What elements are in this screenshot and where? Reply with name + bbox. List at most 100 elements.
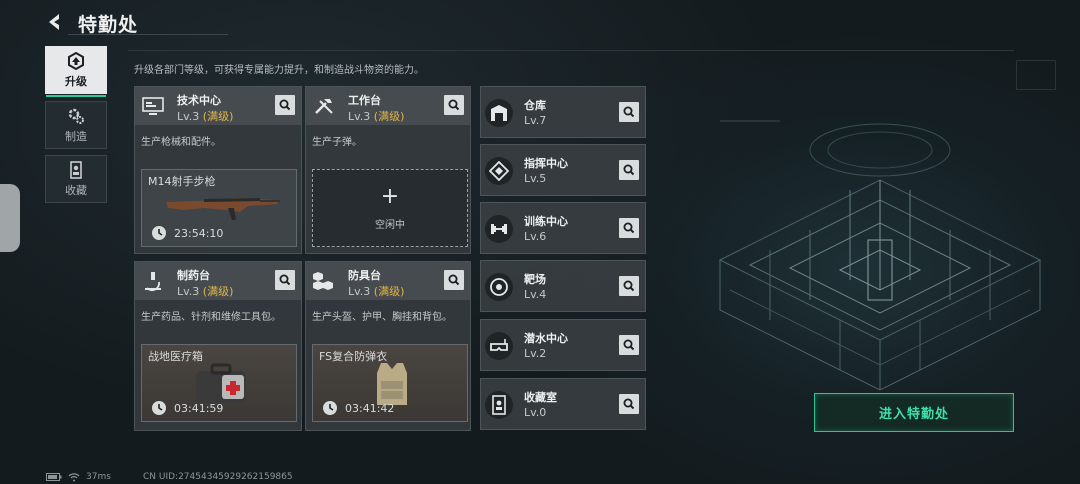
back-arrow-icon[interactable] xyxy=(44,11,66,33)
user-uid: CN UID:27454345929262159865 xyxy=(143,472,293,482)
room-collection-room[interactable]: 收藏室 Lv.0 xyxy=(480,378,646,430)
card-title: 防具台 xyxy=(348,269,381,282)
search-icon xyxy=(623,164,635,176)
enter-facility-button[interactable]: 进入特勤处 xyxy=(814,393,1014,432)
facility-card-tech-center: 技术中心 Lv.3 (满级) 生产枪械和配件。 M14射手步枪 23:54:10 xyxy=(134,86,302,254)
microscope-icon xyxy=(145,272,161,292)
card-level: Lv.3 (满级) xyxy=(177,283,233,299)
production-timer: 03:41:59 xyxy=(174,402,224,415)
room-level: Lv.2 xyxy=(524,347,547,360)
search-icon xyxy=(448,274,460,286)
facility-card-workbench: 工作台 Lv.3 (满级) 生产子弹。 + 空闲中 xyxy=(305,86,471,254)
room-warehouse[interactable]: 仓库 Lv.7 xyxy=(480,86,646,138)
nav-tab-collection[interactable]: 收藏 xyxy=(45,155,107,203)
room-name: 仓库 xyxy=(524,99,546,112)
nav-tab-craft[interactable]: 制造 xyxy=(45,101,107,149)
card-level: Lv.3 (满级) xyxy=(348,283,404,299)
plus-icon: + xyxy=(380,184,400,209)
rifle-image xyxy=(166,198,280,220)
card-level: Lv.3 (满级) xyxy=(177,108,233,124)
card-level: Lv.3 (满级) xyxy=(348,108,404,124)
battery-icon xyxy=(46,473,62,481)
level-value: Lv.3 xyxy=(348,110,371,123)
room-name: 潜水中心 xyxy=(524,332,568,345)
header-divider xyxy=(68,34,228,35)
room-shooting-range[interactable]: 靶场 Lv.4 xyxy=(480,260,646,312)
search-icon xyxy=(623,106,635,118)
search-icon xyxy=(623,398,635,410)
nav-label-collection: 收藏 xyxy=(65,183,87,197)
card-description: 生产子弹。 xyxy=(312,137,362,148)
card-description: 生产枪械和配件。 xyxy=(141,137,221,148)
search-icon xyxy=(623,222,635,234)
page-description: 升级各部门等级，可获得专属能力提升，和制造战斗物资的能力。 xyxy=(134,65,424,76)
decor-line xyxy=(720,120,780,122)
search-button[interactable] xyxy=(444,95,464,115)
page-title: 特勤处 xyxy=(78,14,139,36)
search-button[interactable] xyxy=(275,95,295,115)
room-training-center[interactable]: 训练中心 Lv.6 xyxy=(480,202,646,254)
decor-frame xyxy=(1016,60,1056,90)
upgrade-icon xyxy=(68,51,84,70)
room-level: Lv.7 xyxy=(524,114,547,127)
idle-label: 空闲中 xyxy=(375,220,405,231)
monitor-icon xyxy=(142,97,164,115)
search-button[interactable] xyxy=(619,160,639,180)
nav-label-craft: 制造 xyxy=(65,129,87,143)
production-slot[interactable]: 战地医疗箱 03:41:59 xyxy=(141,344,297,422)
wifi-icon xyxy=(68,472,80,481)
search-button[interactable] xyxy=(619,276,639,296)
nav-label-upgrade: 升级 xyxy=(65,74,87,88)
search-button[interactable] xyxy=(619,218,639,238)
search-button[interactable] xyxy=(619,394,639,414)
max-level-badge: (满级) xyxy=(373,285,405,298)
collection-room-icon xyxy=(485,391,513,419)
diving-mask-icon xyxy=(485,332,513,360)
card-header: 技术中心 Lv.3 (满级) xyxy=(135,87,301,125)
dumbbell-icon xyxy=(485,215,513,243)
card-description: 生产药品、针剂和维修工具包。 xyxy=(141,312,281,323)
target-icon xyxy=(485,273,513,301)
command-center-icon xyxy=(485,157,513,185)
search-button[interactable] xyxy=(619,102,639,122)
search-icon xyxy=(279,274,291,286)
search-icon xyxy=(623,339,635,351)
production-slot[interactable]: M14射手步枪 23:54:10 xyxy=(141,169,297,247)
room-name: 训练中心 xyxy=(524,215,568,228)
max-level-badge: (满级) xyxy=(373,110,405,123)
nav-tab-upgrade[interactable]: 升级 xyxy=(45,46,107,97)
room-level: Lv.5 xyxy=(524,172,547,185)
search-button[interactable] xyxy=(619,335,639,355)
search-button[interactable] xyxy=(275,270,295,290)
medkit-image xyxy=(196,363,246,403)
search-icon xyxy=(623,280,635,292)
status-bar: 37ms xyxy=(46,472,111,482)
product-name: M14射手步枪 xyxy=(148,175,216,188)
level-value: Lv.3 xyxy=(177,110,200,123)
facility-card-pharmacy: 制药台 Lv.3 (满级) 生产药品、针剂和维修工具包。 战地医疗箱 03:41… xyxy=(134,261,302,431)
tools-icon xyxy=(315,99,333,114)
room-name: 指挥中心 xyxy=(524,157,568,170)
search-icon xyxy=(448,99,460,111)
idle-production-slot[interactable]: + 空闲中 xyxy=(312,169,468,247)
production-timer: 03:41:42 xyxy=(345,402,395,415)
facility-card-armor-bench: 防具台 Lv.3 (满级) 生产头盔、护甲、胸挂和背包。 FS复合防弹衣 03:… xyxy=(305,261,471,431)
card-title: 制药台 xyxy=(177,269,210,282)
room-name: 靶场 xyxy=(524,273,546,286)
warehouse-icon xyxy=(485,99,513,127)
armor-crates-icon xyxy=(313,272,333,290)
card-header: 工作台 Lv.3 (满级) xyxy=(306,87,470,125)
timer-icon xyxy=(323,401,337,415)
facility-hologram xyxy=(718,123,1042,391)
card-header: 防具台 Lv.3 (满级) xyxy=(306,262,470,300)
search-button[interactable] xyxy=(444,270,464,290)
room-diving-center[interactable]: 潜水中心 Lv.2 xyxy=(480,319,646,371)
content-divider xyxy=(128,50,1014,51)
production-timer: 23:54:10 xyxy=(174,227,224,240)
card-description: 生产头盔、护甲、胸挂和背包。 xyxy=(312,312,452,323)
room-level: Lv.4 xyxy=(524,288,547,301)
production-slot[interactable]: FS复合防弹衣 03:41:42 xyxy=(312,344,468,422)
room-command-center[interactable]: 指挥中心 Lv.5 xyxy=(480,144,646,196)
search-icon xyxy=(279,99,291,111)
side-drawer-handle[interactable] xyxy=(0,184,20,252)
